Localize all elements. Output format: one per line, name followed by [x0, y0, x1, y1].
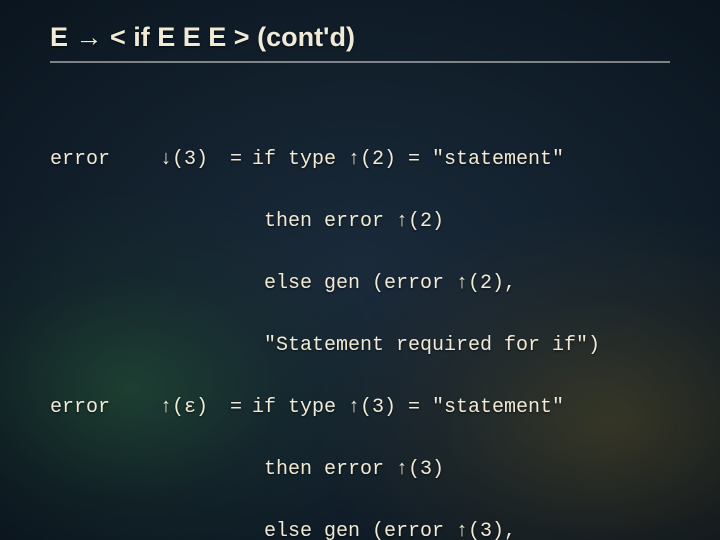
rule-eq: = — [230, 392, 252, 423]
rule-rhs-line: else gen (error ↑(3), — [252, 516, 670, 540]
slide-body: error↓(3)=if type ↑(2) = "statement" the… — [50, 113, 670, 540]
rule-label: error — [50, 392, 160, 423]
rule-rhs-line: then error ↑(3) — [252, 454, 670, 485]
rule-row: error↑(ε)=if type ↑(3) = "statement" — [50, 392, 670, 423]
rule-rhs-line: if type ↑(3) = "statement" — [252, 392, 564, 423]
rule-rhs-line: else gen (error ↑(2), — [252, 268, 670, 299]
rule-attr: ↑(ε) — [160, 392, 230, 423]
rule-rhs-line: then error ↑(2) — [252, 206, 670, 237]
rule-attr: ↓(3) — [160, 144, 230, 175]
slide: E → < if E E E > (cont'd) error↓(3)=if t… — [0, 0, 720, 540]
rule-label: error — [50, 144, 160, 175]
rule-eq: = — [230, 144, 252, 175]
rule-row: error↓(3)=if type ↑(2) = "statement" — [50, 144, 670, 175]
slide-title: E → < if E E E > (cont'd) — [50, 22, 670, 63]
rule-rhs-line: "Statement required for if") — [252, 330, 670, 361]
rule-rhs-line: if type ↑(2) = "statement" — [252, 144, 564, 175]
